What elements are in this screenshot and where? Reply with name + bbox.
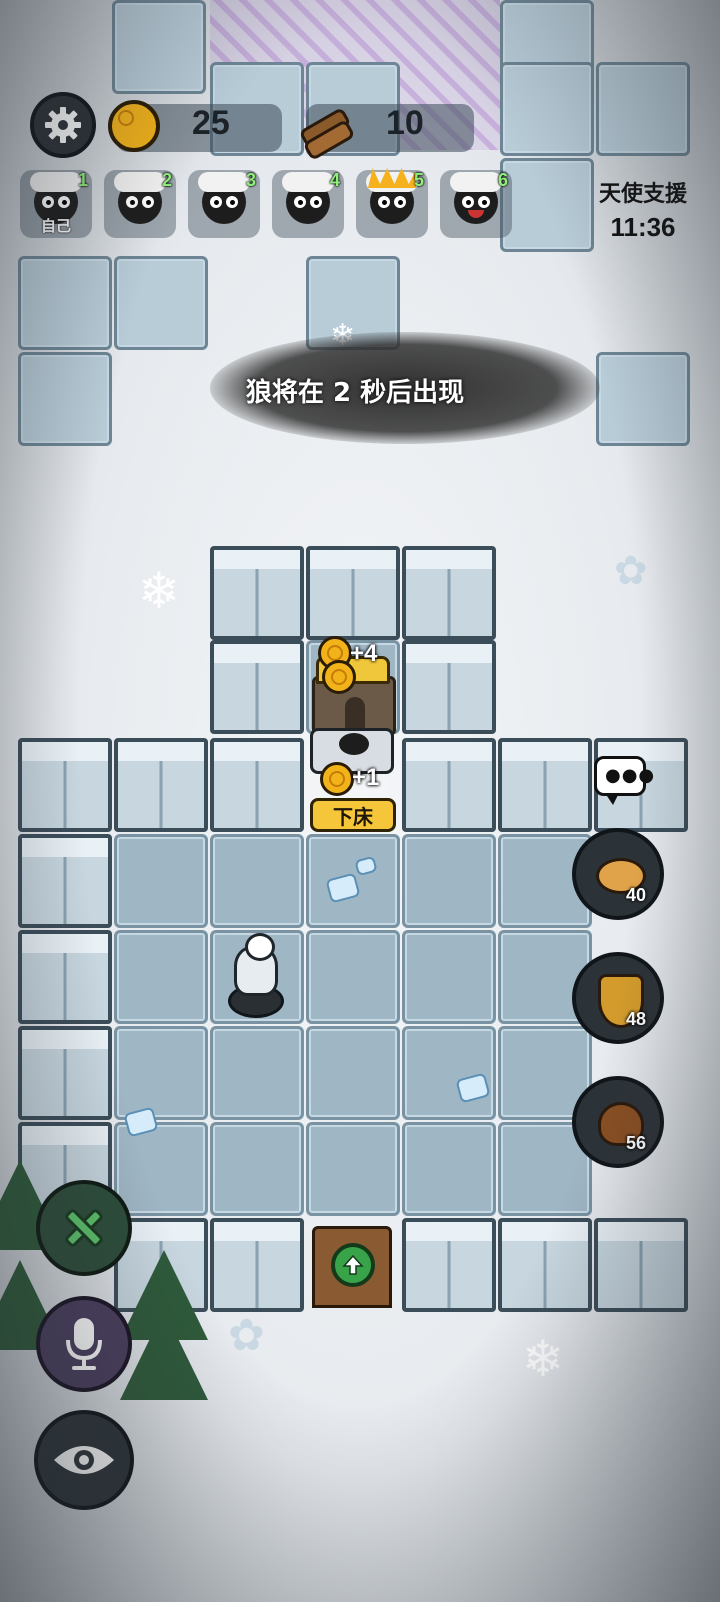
stone-wall: [210, 640, 304, 734]
build-button[interactable]: [36, 1180, 132, 1276]
chat-bubble-icon[interactable]: ●●●: [594, 756, 654, 805]
upgrade-arrow-icon[interactable]: [331, 1243, 375, 1287]
player-avatar-5[interactable]: 5: [356, 168, 428, 238]
stone-wall: [498, 1218, 592, 1312]
angel-support-timer: 11:36: [610, 212, 676, 242]
microphone-icon: [66, 1318, 102, 1370]
stone-wall: [18, 738, 112, 832]
floor-tile[interactable]: [306, 1026, 400, 1120]
wolf-countdown-notice: 狼将在 2 秒后出现: [245, 378, 465, 408]
stone-wall: [402, 1218, 496, 1312]
player-avatar-3[interactable]: 3: [188, 170, 260, 238]
player-avatar-6[interactable]: 6: [440, 170, 512, 238]
player-number: 2: [161, 170, 172, 190]
piggy-bank-count: 40: [625, 885, 646, 905]
ice-tile: [114, 256, 208, 350]
floor-tile[interactable]: [210, 1122, 304, 1216]
ice-tile: [500, 62, 594, 156]
stone-wall: [402, 640, 496, 734]
eagle-head: [245, 933, 275, 961]
coin-icon: [320, 762, 354, 796]
coin-gain-bottom: +1: [352, 764, 380, 791]
pine-tree: [120, 1310, 208, 1400]
player-number: 6: [497, 170, 508, 190]
stone-wall: [594, 1218, 688, 1312]
stone-wall: [210, 1218, 304, 1312]
settings-button[interactable]: [30, 92, 96, 158]
gear-icon: [45, 107, 81, 143]
floor-tile[interactable]: [114, 1026, 208, 1120]
player-number: 5: [413, 170, 424, 190]
player-avatar-1[interactable]: 1 自己: [20, 170, 92, 238]
shield-count: 48: [625, 1009, 646, 1029]
floor-tile[interactable]: [402, 834, 496, 928]
stone-wall: [210, 738, 304, 832]
floor-tile[interactable]: [210, 834, 304, 928]
sheep-face-icon: [114, 172, 166, 224]
stone-wall: [18, 834, 112, 928]
piggy-bank-button[interactable]: 40: [572, 828, 664, 920]
stone-wall: [402, 738, 496, 832]
game-stage: ❄ ❄ ❄ ✿ ✿ 狼将在 2 秒后出现 +4 +1 下床: [0, 0, 720, 1602]
coin-icon: [108, 100, 160, 152]
coin-gain-top: +4: [350, 640, 378, 667]
poop-button[interactable]: 56: [572, 1076, 664, 1168]
player-number: 1: [77, 170, 88, 190]
spiky-hair: [368, 168, 416, 188]
player-avatar-2[interactable]: 2: [104, 170, 176, 238]
floor-tile[interactable]: [402, 1122, 496, 1216]
player-number: 4: [329, 170, 340, 190]
eye-icon: [54, 1446, 114, 1474]
ice-tile: [18, 256, 112, 350]
ice-tile: [596, 62, 690, 156]
player-self-label: 自己: [40, 217, 71, 235]
wood-log-icon: [296, 104, 356, 162]
get-off-bed-button[interactable]: 下床: [310, 798, 396, 832]
floor-tile[interactable]: [114, 1122, 208, 1216]
floor-tile[interactable]: [114, 834, 208, 928]
floor-tile[interactable]: [306, 930, 400, 1024]
floor-tile[interactable]: [306, 1122, 400, 1216]
stone-wall: [18, 1026, 112, 1120]
stone-wall: [402, 546, 496, 640]
player-number: 3: [245, 170, 256, 190]
poop-count: 56: [625, 1133, 646, 1153]
wooden-gate[interactable]: [312, 1226, 392, 1308]
stone-wall: [18, 930, 112, 1024]
stone-wall: [210, 546, 304, 640]
coin-count: 25: [192, 104, 230, 142]
sheep-face-icon: [282, 172, 334, 224]
sheep-face-icon: [366, 168, 418, 224]
player-avatar-4[interactable]: 4: [272, 170, 344, 238]
tools-icon: [65, 1209, 103, 1247]
voice-button[interactable]: [36, 1296, 132, 1392]
angel-support-title[interactable]: 天使支援: [588, 176, 698, 208]
snowflake-icon: ❄: [138, 562, 180, 620]
floor-tile[interactable]: [402, 930, 496, 1024]
snowflake-icon: ❄: [522, 1330, 564, 1388]
ice-tile: [500, 158, 594, 252]
stone-wall: [498, 738, 592, 832]
sheep-face-icon: [450, 172, 502, 224]
sleeping-sheep: [339, 733, 369, 755]
ice-tile: [18, 352, 112, 446]
house-door: [345, 697, 365, 729]
leaf-icon: ✿: [614, 548, 648, 594]
view-button[interactable]: [34, 1410, 134, 1510]
stone-wall: [306, 546, 400, 640]
leaf-icon: ✿: [228, 1310, 265, 1361]
ice-tile: [596, 352, 690, 446]
wood-count: 10: [386, 104, 424, 142]
sheep-face-icon: [198, 172, 250, 224]
floor-tile[interactable]: [210, 1026, 304, 1120]
floor-tile[interactable]: [114, 930, 208, 1024]
shield-button[interactable]: 48: [572, 952, 664, 1044]
sheep-mouth: [468, 210, 484, 218]
ice-tile: [112, 0, 206, 94]
eagle-defender[interactable]: [234, 933, 278, 996]
stone-wall: [114, 738, 208, 832]
